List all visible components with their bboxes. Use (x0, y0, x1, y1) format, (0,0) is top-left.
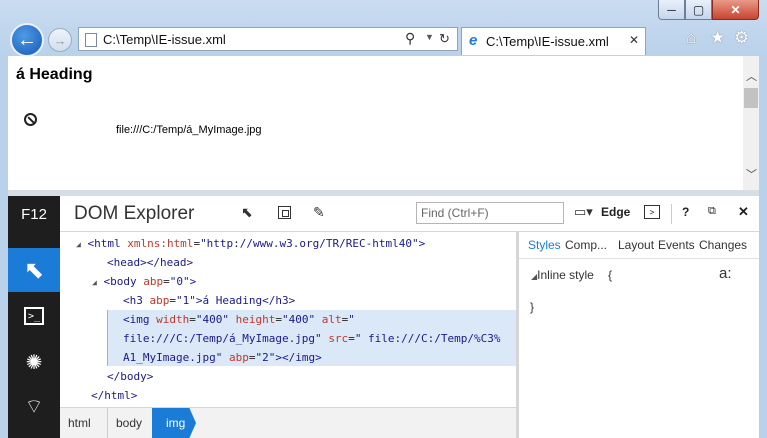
dom-explorer-toolbar: DOM Explorer ⬉ ✎ Find (Ctrl+F) ▭▾ Edge >… (60, 196, 759, 232)
address-bar[interactable]: C:\Temp\IE-issue.xml ⚲ ▼ ↻ (78, 27, 458, 51)
browser-tab[interactable]: e C:\Temp\IE-issue.xml ✕ (461, 27, 646, 55)
tree-node-img-cont-2[interactable]: A1_MyImage.jpg" abp="2"></img> (123, 351, 322, 364)
emulation-icon[interactable]: ▭▾ (574, 204, 593, 220)
dom-explorer-tool-icon[interactable]: ⬉ (8, 248, 60, 292)
help-icon[interactable]: ? (682, 205, 689, 219)
debugger-bug-icon[interactable]: ✺ (8, 340, 60, 384)
tab-layout[interactable]: Layout (618, 238, 654, 252)
inline-style-open-brace[interactable]: { (608, 268, 612, 282)
breadcrumb-img[interactable]: img (152, 408, 196, 438)
search-icon[interactable]: ⚲ (405, 30, 415, 47)
broken-image-icon (24, 113, 37, 126)
home-icon[interactable]: ⌂ (686, 28, 696, 48)
styles-panel: Styles Comp... Layout Events Changes ◢In… (519, 232, 759, 438)
tree-node-html-close[interactable]: </html> (91, 389, 137, 402)
tree-node-head[interactable]: <head></head> (107, 256, 193, 269)
minimize-button[interactable]: ─ (658, 0, 685, 20)
highlight-box-icon[interactable] (278, 206, 291, 219)
tree-node-h3[interactable]: <h3 abp="1">á Heading</h3> (123, 294, 295, 307)
breadcrumb-separator (97, 408, 108, 438)
breadcrumb-body[interactable]: body (116, 408, 142, 438)
address-text[interactable]: C:\Temp\IE-issue.xml (103, 32, 226, 47)
tab-styles[interactable]: Styles (528, 238, 561, 252)
tree-node-body[interactable]: ◢ <body abp="0"> (92, 275, 196, 288)
tree-node-html[interactable]: ◢ <html xmlns:html="http://www.w3.org/TR… (76, 237, 425, 250)
tab-close-icon[interactable]: ✕ (629, 33, 639, 47)
close-window-button[interactable]: ✕ (712, 0, 759, 20)
color-picker-icon[interactable]: ✎ (313, 204, 325, 221)
favorites-icon[interactable]: ★ (710, 28, 725, 48)
maximize-icon: ▢ (692, 2, 705, 17)
back-button[interactable]: ← (10, 23, 44, 57)
console-tool-icon[interactable]: >_ (8, 294, 60, 338)
new-tab-button[interactable] (648, 27, 676, 55)
tab-events[interactable]: Events (658, 238, 695, 252)
dropdown-icon[interactable]: ▼ (425, 32, 434, 42)
breadcrumb-html[interactable]: html (68, 408, 91, 438)
tab-changes[interactable]: Changes (699, 238, 747, 252)
tree-node-img-cont-1[interactable]: file:///C:/Temp/á_MyImage.jpg" src=" fil… (123, 332, 501, 345)
dom-tree: ◢ <html xmlns:html="http://www.w3.org/TR… (60, 232, 516, 408)
tab-divider (519, 258, 759, 259)
tool-title: DOM Explorer (74, 203, 195, 224)
gear-icon[interactable]: ⚙ (734, 28, 749, 48)
tab-title: C:\Temp\IE-issue.xml (486, 34, 609, 49)
page-heading: á Heading (16, 66, 93, 83)
maximize-button[interactable]: ▢ (685, 0, 712, 20)
page-icon (85, 33, 97, 47)
minimize-icon: ─ (667, 2, 676, 17)
image-alt-text: file:///C:/Temp/á_MyImage.jpg (116, 124, 262, 136)
ie-icon: e (469, 32, 478, 49)
f12-label: F12 (21, 205, 47, 223)
forward-button[interactable]: → (48, 28, 72, 52)
arrow-left-icon: ← (17, 28, 37, 51)
find-input[interactable]: Find (Ctrl+F) (416, 202, 564, 224)
tree-node-img[interactable]: <img width="400" height="400" alt=" (123, 313, 355, 326)
network-wifi-icon[interactable]: ⌔ (8, 384, 60, 428)
text-style-icon[interactable]: a: (719, 265, 732, 282)
collapse-arrow-icon[interactable]: ◢ (92, 278, 97, 287)
tree-guide-line (107, 310, 108, 366)
tab-computed[interactable]: Comp... (565, 238, 607, 252)
console-icon[interactable]: > (644, 205, 660, 219)
breadcrumb: html body img (60, 407, 516, 438)
refresh-icon[interactable]: ↻ (439, 31, 450, 47)
toolbar-separator (671, 204, 672, 224)
scroll-up-icon[interactable]: ︿ (746, 68, 757, 84)
tree-node-body-close[interactable]: </body> (107, 370, 153, 383)
devtools-tool-rail: F12 ⬉ >_ ✺ ⌔ (8, 196, 60, 438)
select-element-icon[interactable]: ⬉ (241, 204, 253, 221)
collapse-arrow-icon[interactable]: ◢ (76, 240, 81, 249)
inline-style-label[interactable]: ◢Inline style (531, 268, 594, 282)
close-icon: ✕ (730, 2, 741, 17)
undock-icon[interactable]: ⧉ (708, 205, 716, 218)
document-mode-label[interactable]: Edge (601, 205, 630, 219)
inline-style-close-brace[interactable]: } (530, 300, 534, 314)
page-content: á Heading file:///C:/Temp/á_MyImage.jpg … (8, 56, 759, 190)
scroll-thumb[interactable] (744, 88, 758, 108)
scroll-down-icon[interactable]: ﹀ (746, 166, 757, 182)
arrow-right-icon: → (53, 32, 67, 48)
page-scrollbar[interactable]: ︿ ﹀ (743, 56, 759, 190)
close-devtools-icon[interactable]: ✕ (738, 204, 749, 220)
